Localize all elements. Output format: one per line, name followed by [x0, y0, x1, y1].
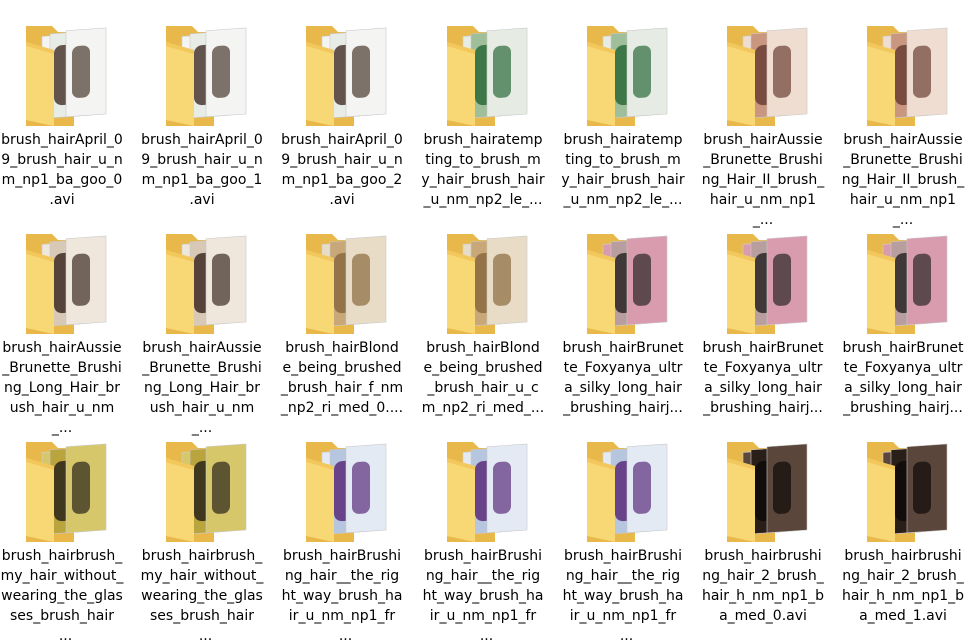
folder-label: brush_hairBrushi ng_hair__the_rig ht_way_b…: [422, 548, 544, 640]
folder-thumbnail: [160, 436, 256, 544]
folder-icon: [587, 442, 668, 542]
folder-icon: [447, 26, 528, 126]
folder-icon: [166, 234, 247, 334]
folder-icon: [26, 26, 107, 126]
folder-item[interactable]: brush_hairBlond e_being_brushed _brush_hai…: [280, 212, 403, 416]
folder-item[interactable]: brush_hairBrunet te_Foxyanya_ultr a_silky_…: [561, 212, 684, 416]
folder-icon: [26, 234, 107, 334]
folder-label: brush_hairBrunet te_Foxyanya_ultr a_silky_…: [562, 340, 684, 416]
folder-thumbnail: [300, 228, 396, 336]
folder-item[interactable]: brush_hairBrunet te_Foxyanya_ultr a_silky_…: [841, 212, 964, 416]
folder-item[interactable]: brush_hairBrushi ng_hair__the_rig ht_way_b…: [421, 420, 543, 640]
folder-item[interactable]: brush_hairAussie _Brunette_Brushi ng_Long_…: [0, 212, 122, 436]
folder-item[interactable]: brush_hairBrushi ng_hair__the_rig ht_way_b…: [280, 420, 402, 640]
folder-icon: [587, 234, 668, 334]
folder-item[interactable]: brush_hairAussie _Brunette_Brushi ng_Hair_…: [701, 4, 824, 228]
folder-icon: [306, 26, 387, 126]
folder-label: brush_hairBrunet te_Foxyanya_ultr a_silky_…: [842, 340, 964, 416]
folder-item[interactable]: brush_hairbrushi ng_hair_2_brush_ hair_h_n…: [701, 420, 824, 624]
folder-item[interactable]: brush_hairbrushi ng_hair_2_brush_ hair_h_n…: [841, 420, 964, 624]
folder-icon: [727, 442, 808, 542]
folder-icon: [867, 26, 948, 126]
folder-icon: [447, 442, 528, 542]
folder-label: brush_hairatemp ting_to_brush_m y_hair_bru…: [561, 132, 685, 208]
folder-thumbnail: [160, 228, 256, 336]
folder-item[interactable]: brush_hairbrush_ my_hair_without_ wearing_…: [0, 420, 123, 640]
folder-icon: [26, 442, 107, 542]
file-grid: brush_hairApril_0 9_brush_hair_u_n m_np1_b…: [0, 0, 976, 640]
folder-label: brush_hairBrunet te_Foxyanya_ultr a_silky_…: [702, 340, 824, 416]
folder-thumbnail: [581, 20, 677, 128]
folder-thumbnail: [300, 436, 396, 544]
folder-thumbnail: [721, 20, 817, 128]
folder-icon: [587, 26, 668, 126]
folder-thumbnail: [581, 436, 677, 544]
folder-thumbnail: [20, 436, 116, 544]
folder-icon: [867, 442, 948, 542]
folder-item[interactable]: brush_hairAussie _Brunette_Brushi ng_Long_…: [140, 212, 262, 436]
folder-label: brush_hairatemp ting_to_brush_m y_hair_bru…: [421, 132, 545, 208]
folder-icon: [306, 234, 387, 334]
folder-item[interactable]: brush_hairApril_0 9_brush_hair_u_n m_np1_b…: [0, 4, 123, 208]
folder-icon: [166, 26, 247, 126]
folder-label: brush_hairBrushi ng_hair__the_rig ht_way_b…: [562, 548, 684, 640]
folder-thumbnail: [441, 436, 537, 544]
folder-icon: [166, 442, 247, 542]
folder-item[interactable]: brush_hairApril_0 9_brush_hair_u_n m_np1_b…: [280, 4, 403, 208]
folder-label: brush_hairApril_0 9_brush_hair_u_n m_np1_b…: [141, 132, 263, 208]
folder-label: brush_hairBrushi ng_hair__the_rig ht_way_b…: [281, 548, 403, 640]
folder-item[interactable]: brush_hairApril_0 9_brush_hair_u_n m_np1_b…: [140, 4, 263, 208]
folder-thumbnail: [721, 436, 817, 544]
folder-label: brush_hairApril_0 9_brush_hair_u_n m_np1_b…: [281, 132, 403, 208]
folder-item[interactable]: brush_hairatemp ting_to_brush_m y_hair_bru…: [421, 4, 545, 208]
folder-thumbnail: [721, 228, 817, 336]
folder-thumbnail: [581, 228, 677, 336]
folder-label: brush_hairbrushi ng_hair_2_brush_ hair_h_n…: [841, 548, 965, 624]
folder-icon: [727, 26, 808, 126]
folder-thumbnail: [861, 436, 957, 544]
folder-label: brush_hairbrush_ my_hair_without_ wearing_…: [140, 548, 264, 640]
folder-icon: [447, 234, 528, 334]
folder-icon: [727, 234, 808, 334]
folder-label: brush_hairApril_0 9_brush_hair_u_n m_np1_b…: [1, 132, 123, 208]
folder-item[interactable]: brush_hairBrunet te_Foxyanya_ultr a_silky_…: [701, 212, 824, 416]
folder-thumbnail: [20, 20, 116, 128]
folder-thumbnail: [441, 20, 537, 128]
folder-label: brush_hairbrush_ my_hair_without_ wearing_…: [0, 548, 124, 640]
folder-thumbnail: [300, 20, 396, 128]
folder-item[interactable]: brush_hairBlond e_being_brushed _brush_hai…: [421, 212, 544, 416]
folder-item[interactable]: brush_hairatemp ting_to_brush_m y_hair_bru…: [561, 4, 685, 208]
folder-label: brush_hairBlond e_being_brushed _brush_hai…: [421, 340, 545, 416]
folder-icon: [306, 442, 387, 542]
folder-thumbnail: [20, 228, 116, 336]
folder-thumbnail: [861, 20, 957, 128]
folder-label: brush_hairbrushi ng_hair_2_brush_ hair_h_n…: [701, 548, 825, 624]
folder-item[interactable]: brush_hairAussie _Brunette_Brushi ng_Hair_…: [841, 4, 964, 228]
folder-item[interactable]: brush_hairBrushi ng_hair__the_rig ht_way_b…: [561, 420, 683, 640]
folder-icon: [867, 234, 948, 334]
folder-label: brush_hairBlond e_being_brushed _brush_hai…: [280, 340, 404, 416]
folder-item[interactable]: brush_hairbrush_ my_hair_without_ wearing_…: [140, 420, 263, 640]
folder-thumbnail: [861, 228, 957, 336]
folder-thumbnail: [441, 228, 537, 336]
folder-thumbnail: [160, 20, 256, 128]
